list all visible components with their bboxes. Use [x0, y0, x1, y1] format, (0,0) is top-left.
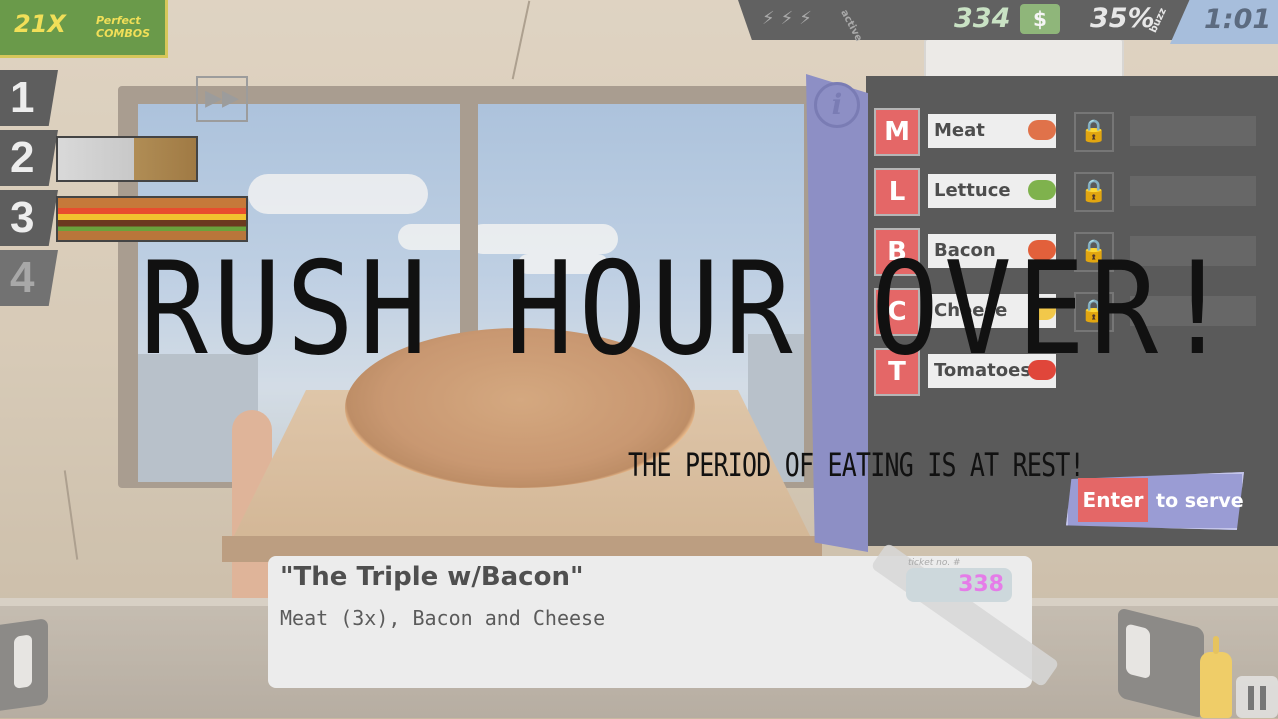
- pause-icon[interactable]: [1236, 676, 1278, 718]
- rush-hour-title: RUSH HOUR OVER!: [140, 235, 1237, 384]
- slot-2-knife-thumbnail: [56, 136, 198, 182]
- order-slot-3[interactable]: 3: [0, 190, 58, 246]
- order-slot-2[interactable]: 2: [0, 130, 58, 186]
- combo-count: 21X: [14, 10, 66, 38]
- rush-hour-subtitle: THE PERIOD OF EATING IS AT REST!: [628, 446, 1085, 484]
- ingredient-row[interactable]: M Meat 🔒: [874, 108, 1274, 158]
- fast-forward-icon[interactable]: ▶▶: [196, 76, 248, 122]
- ticket-number-label: ticket no. #: [908, 558, 961, 568]
- combo-label-line1: Perfect: [96, 14, 141, 27]
- combo-label: Perfect COMBOS: [96, 14, 150, 40]
- combo-counter: 21X Perfect COMBOS: [0, 0, 168, 58]
- order-title: "The Triple w/Bacon": [280, 562, 584, 592]
- lock-icon: 🔒: [1074, 172, 1114, 212]
- info-icon[interactable]: i: [814, 82, 860, 128]
- combo-label-line2: COMBOS: [96, 27, 151, 40]
- order-description: Meat (3x), Bacon and Cheese: [280, 606, 606, 630]
- ingredient-row[interactable]: L Lettuce 🔒: [874, 168, 1274, 218]
- ticket-number: 338: [906, 568, 1012, 602]
- meat-icon: [1028, 120, 1056, 140]
- order-slot-1[interactable]: 1: [0, 70, 58, 126]
- ingredient-empty-slot: [1130, 116, 1256, 146]
- buzz-value: 35%: [1090, 3, 1155, 34]
- lock-icon: 🔒: [1074, 112, 1114, 152]
- lettuce-icon: [1028, 180, 1056, 200]
- ingredient-key[interactable]: M: [874, 108, 920, 156]
- timer: 1:01: [1204, 4, 1272, 35]
- lightning-icon: ⚡⚡⚡: [762, 8, 818, 29]
- order-slot-4[interactable]: 4: [0, 250, 58, 306]
- ingredient-empty-slot: [1130, 176, 1256, 206]
- cash-icon: $: [1020, 4, 1060, 34]
- ingredient-key[interactable]: L: [874, 168, 920, 216]
- serve-hint: to serve: [1156, 490, 1244, 512]
- money-value: 334: [954, 3, 1011, 34]
- enter-key[interactable]: Enter: [1078, 478, 1148, 522]
